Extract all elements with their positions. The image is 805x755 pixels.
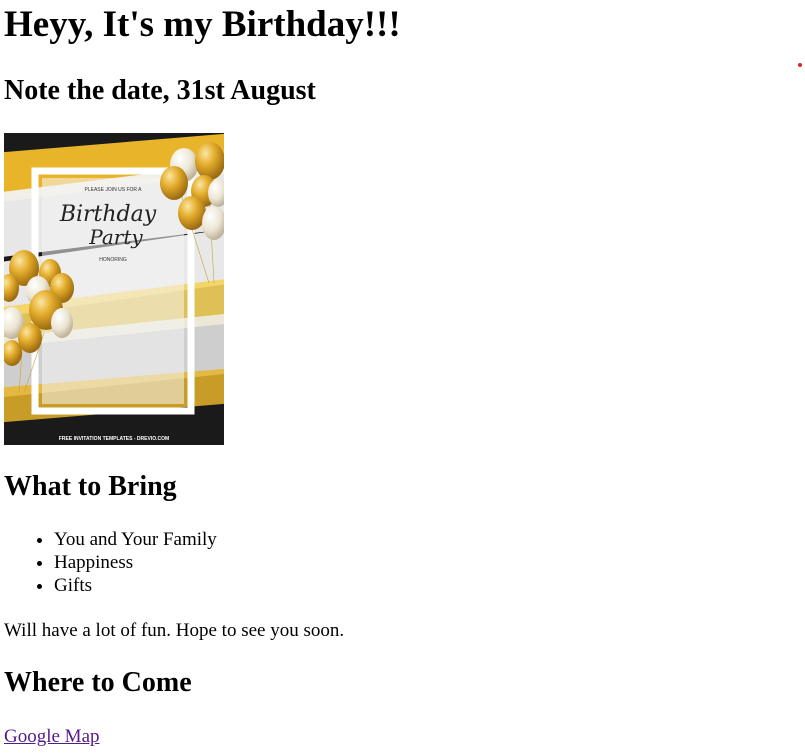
bring-list: You and Your Family Happiness Gifts (4, 528, 217, 597)
date-heading: Note the date, 31st August (4, 75, 316, 106)
page-title: Heyy, It's my Birthday!!! (4, 4, 401, 45)
invite-script2: Party (88, 225, 143, 249)
list-item: Happiness (54, 551, 217, 574)
invite-footer: FREE INVITATION TEMPLATES - DREVIO.COM (59, 436, 169, 442)
invitation-graphic: PLEASE JOIN US FOR A Birthday Party HONO… (4, 133, 224, 445)
where-heading: Where to Come (4, 667, 192, 698)
google-map-link[interactable]: Google Map (4, 725, 100, 748)
red-dot-indicator (798, 63, 802, 67)
list-item: You and Your Family (54, 528, 217, 551)
bring-heading: What to Bring (4, 471, 177, 502)
closing-text: Will have a lot of fun. Hope to see you … (4, 620, 345, 641)
invite-line1: PLEASE JOIN US FOR A (85, 187, 143, 193)
invite-script1: Birthday (59, 202, 157, 227)
list-item: Gifts (54, 574, 217, 597)
invite-line2: HONORING (99, 257, 127, 263)
invitation-image: PLEASE JOIN US FOR A Birthday Party HONO… (4, 133, 224, 445)
